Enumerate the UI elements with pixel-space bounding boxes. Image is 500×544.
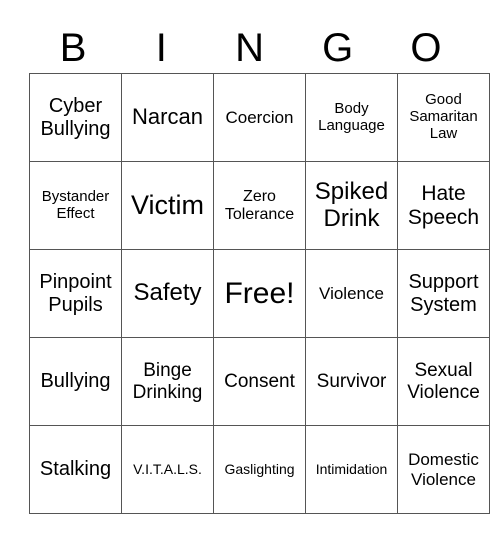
- bingo-cell[interactable]: Stalking: [29, 425, 122, 514]
- bingo-cell[interactable]: Violence: [305, 249, 398, 338]
- header-letter-g: G: [322, 26, 354, 70]
- bingo-cell[interactable]: Coercion: [213, 73, 306, 162]
- bingo-cell[interactable]: Bystander Effect: [29, 161, 122, 250]
- bingo-row: Pinpoint Pupils Safety Free! Violence Suppor…: [29, 249, 490, 338]
- header-letter-o: O: [410, 26, 442, 70]
- bingo-cell[interactable]: Body Language: [305, 73, 398, 162]
- bingo-header: B I N G O: [29, 24, 470, 72]
- bingo-cell[interactable]: Bullying: [29, 337, 122, 426]
- bingo-cell[interactable]: Safety: [121, 249, 214, 338]
- bingo-row: Bystander Effect Victim Zero Tolerance Spik…: [29, 161, 490, 250]
- bingo-cell[interactable]: Sexual Violence: [397, 337, 490, 426]
- header-letter-n: N: [235, 26, 264, 70]
- bingo-cell[interactable]: Cyber Bullying: [29, 73, 122, 162]
- bingo-row: Bullying Binge Drinking Consent Survivor Sex…: [29, 337, 490, 426]
- bingo-cell[interactable]: Support System: [397, 249, 490, 338]
- bingo-cell[interactable]: Intimidation: [305, 425, 398, 514]
- header-letter-i: I: [155, 26, 167, 70]
- bingo-cell[interactable]: Gaslighting: [213, 425, 306, 514]
- bingo-row: Stalking V.I.T.A.L.S. Gaslighting Intimidat…: [29, 425, 490, 514]
- bingo-row: Cyber Bullying Narcan Coercion Body Languag…: [29, 73, 490, 162]
- bingo-cell[interactable]: Domestic Violence: [397, 425, 490, 514]
- bingo-card-grid: Cyber Bullying Narcan Coercion Body Languag…: [29, 73, 490, 514]
- bingo-cell[interactable]: Good Samaritan Law: [397, 73, 490, 162]
- bingo-cell[interactable]: Spiked Drink: [305, 161, 398, 250]
- bingo-cell[interactable]: Consent: [213, 337, 306, 426]
- bingo-cell[interactable]: Pinpoint Pupils: [29, 249, 122, 338]
- bingo-cell[interactable]: Narcan: [121, 73, 214, 162]
- bingo-cell[interactable]: Hate Speech: [397, 161, 490, 250]
- bingo-cell[interactable]: Zero Tolerance: [213, 161, 306, 250]
- bingo-cell[interactable]: V.I.T.A.L.S.: [121, 425, 214, 514]
- bingo-cell[interactable]: Free!: [213, 249, 306, 338]
- bingo-cell[interactable]: Binge Drinking: [121, 337, 214, 426]
- bingo-cell[interactable]: Survivor: [305, 337, 398, 426]
- bingo-cell[interactable]: Victim: [121, 161, 214, 250]
- header-letter-b: B: [59, 26, 87, 70]
